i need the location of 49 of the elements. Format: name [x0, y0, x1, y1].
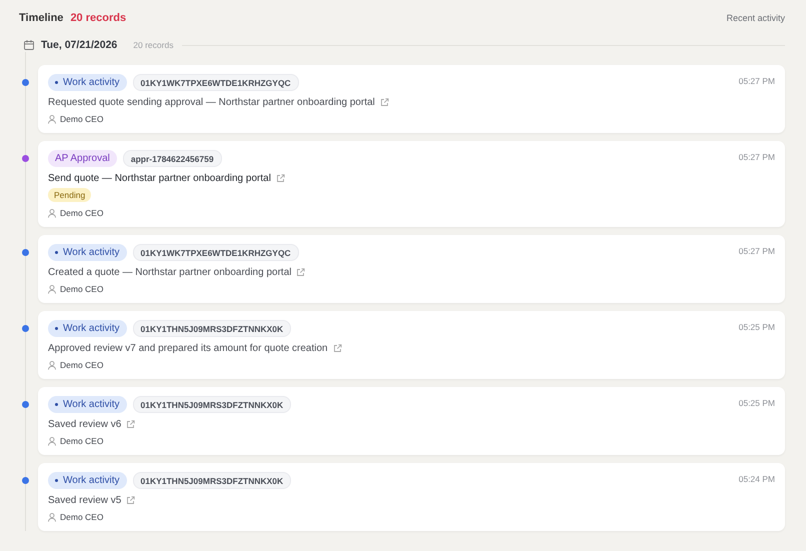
external-link-icon[interactable] — [380, 98, 389, 107]
person-icon — [48, 360, 56, 370]
external-link-icon[interactable] — [332, 344, 342, 353]
activity-description: Send quote — Northstar partner onboarding portal — [48, 173, 271, 184]
reference-id: 01KY1THN5J09MRS3DFZTNNKX0K — [132, 320, 292, 337]
activity-type-tag: Work activity — [48, 320, 126, 337]
time-label: 05:24 PM — [738, 474, 775, 484]
activity-type-tag: Work activity — [48, 472, 126, 489]
time-label: 05:27 PM — [738, 246, 775, 256]
author-name: Demo CEO — [60, 512, 104, 522]
reference-id: 01KY1THN5J09MRS3DFZTNNKX0K — [132, 472, 292, 489]
author-name: Demo CEO — [60, 436, 104, 446]
recent-activity-link[interactable]: Recent activity — [726, 13, 785, 23]
person-icon — [48, 208, 56, 218]
time-label: 05:27 PM — [738, 152, 775, 162]
reference-id: 01KY1WK7TPXE6WTDE1KRHZGYQC — [132, 74, 299, 91]
external-link-icon[interactable] — [126, 420, 136, 429]
person-icon — [48, 436, 56, 446]
date-heading: Tue, 07/21/2026 — [41, 39, 118, 51]
time-label: 05:25 PM — [738, 322, 775, 332]
author-name: Demo CEO — [60, 284, 104, 294]
calendar-icon — [24, 40, 34, 50]
reference-id: 01KY1THN5J09MRS3DFZTNNKX0K — [132, 396, 292, 413]
person-icon — [48, 114, 56, 124]
activity-description: Approved review v7 and prepared its amount for quote creation — [48, 343, 328, 354]
external-link-icon[interactable] — [126, 496, 136, 505]
time-label: 05:27 PM — [738, 76, 775, 86]
activity-type-tag: Work activity — [48, 396, 126, 413]
activity-description: Saved review v5 — [48, 495, 122, 506]
person-icon — [48, 284, 56, 294]
status-badge: Pending — [48, 188, 92, 202]
activity-description: Created a quote — Northstar partner onboarding portal — [48, 267, 292, 278]
author-name: Demo CEO — [60, 114, 104, 124]
activity-description: Requested quote sending approval — Northstar partner onboarding portal — [48, 97, 375, 108]
reference-id: appr-1784622456759 — [122, 150, 222, 167]
external-link-icon[interactable] — [296, 268, 306, 277]
reference-id: 01KY1WK7TPXE6WTDE1KRHZGYQC — [132, 244, 299, 261]
activity-type-tag: Work activity — [48, 244, 126, 261]
external-link-icon[interactable] — [276, 174, 285, 183]
date-record-count: 20 records — [133, 40, 174, 50]
activity-type-tag: AP Approval — [48, 150, 117, 167]
activity-description: Saved review v6 — [48, 419, 122, 430]
person-icon — [48, 512, 56, 522]
timeline-title: Timeline — [19, 12, 64, 24]
activity-type-tag: Work activity — [48, 74, 126, 91]
record-count: 20 records — [70, 12, 126, 24]
time-label: 05:25 PM — [738, 398, 775, 408]
author-name: Demo CEO — [60, 208, 104, 218]
author-name: Demo CEO — [60, 360, 104, 370]
